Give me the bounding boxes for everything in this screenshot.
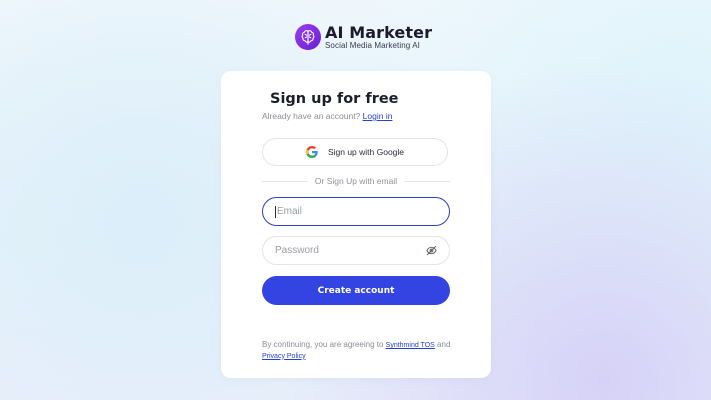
terms-and: and [437, 340, 451, 349]
signup-card: Sign up for free Already have an account… [221, 71, 491, 378]
brand-name: AI Marketer [325, 23, 433, 42]
divider-line [404, 180, 451, 182]
divider-text: Or Sign Up with email [314, 176, 398, 186]
login-prompt-text: Already have an account? [262, 111, 361, 121]
password-field-container[interactable] [262, 236, 450, 265]
login-link[interactable]: Login in [363, 111, 393, 121]
brand-logo: AI Marketer Social Media Marketing AI [295, 23, 432, 51]
text-cursor [275, 205, 276, 218]
google-signup-button[interactable]: Sign up with Google [262, 138, 448, 166]
password-input[interactable] [275, 245, 426, 256]
terms-notice: By continuing, you are agreeing to Synth… [262, 340, 462, 361]
page-title: Sign up for free [270, 91, 399, 107]
login-prompt: Already have an account? Login in [262, 111, 392, 121]
brain-icon [295, 24, 321, 50]
tos-link[interactable]: Synthmind TOS [386, 342, 435, 349]
email-input[interactable] [277, 206, 437, 217]
brand-tagline: Social Media Marketing AI [325, 41, 420, 50]
eye-off-icon[interactable] [426, 245, 437, 256]
terms-text: By continuing, you are agreeing to [262, 340, 384, 349]
divider-line [262, 180, 308, 182]
create-account-button[interactable]: Create account [262, 276, 450, 305]
privacy-policy-link[interactable]: Privacy Policy [262, 353, 306, 360]
google-signup-label: Sign up with Google [327, 147, 405, 157]
or-divider: Or Sign Up with email [262, 175, 451, 187]
google-icon [305, 146, 318, 158]
email-field-container[interactable] [262, 197, 450, 226]
